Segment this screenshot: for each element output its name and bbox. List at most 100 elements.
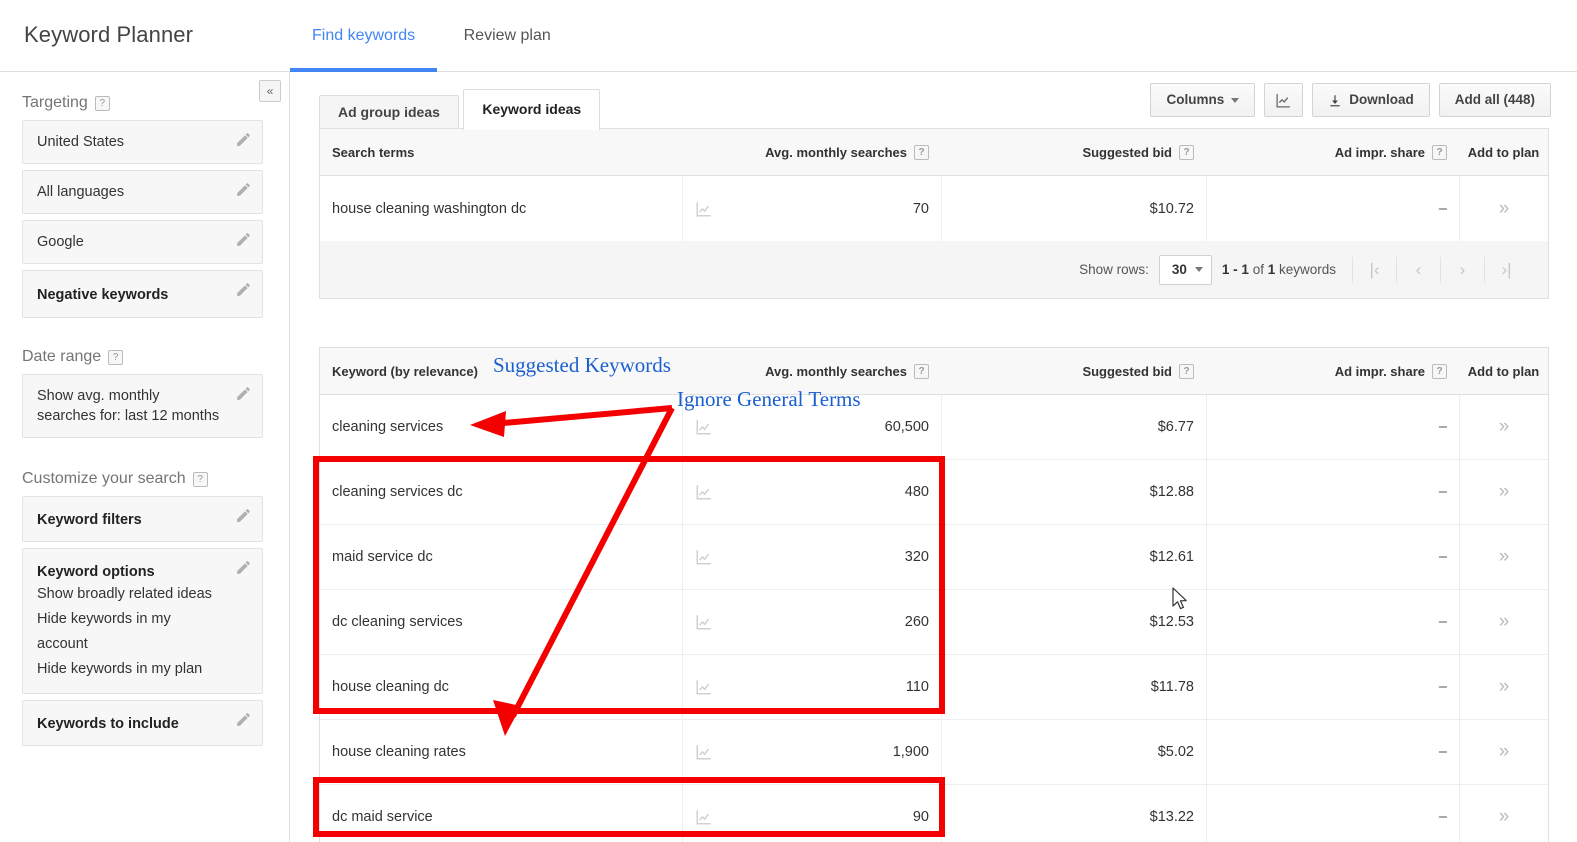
nav-tab-review-plan[interactable]: Review plan: [442, 0, 573, 72]
column-header-avg-searches[interactable]: Avg. monthly searches ?: [682, 144, 941, 160]
sidebar-item-keyword-options[interactable]: Keyword options Show broadly related ide…: [22, 548, 263, 694]
add-to-plan-button[interactable]: »: [1459, 590, 1548, 654]
sidebar-item-label: Negative keywords: [37, 287, 169, 303]
add-to-plan-button[interactable]: »: [1459, 785, 1548, 842]
add-all-button[interactable]: Add all (448): [1438, 83, 1551, 117]
line-chart-icon: [1276, 93, 1291, 108]
first-page-button[interactable]: |‹: [1352, 256, 1396, 283]
trend-chart-icon[interactable]: [695, 483, 713, 501]
column-header-avg-searches[interactable]: Avg. monthly searches ?: [682, 363, 941, 379]
help-icon-suggested-bid[interactable]: ?: [1179, 363, 1194, 379]
sidebar-item-date-range[interactable]: Show avg. monthly searches for: last 12 …: [22, 374, 263, 438]
trend-chart-icon[interactable]: [695, 548, 713, 566]
cell-ad-impr-share: –: [1206, 460, 1459, 524]
trend-chart-icon[interactable]: [695, 678, 713, 696]
column-header-label: Ad impr. share: [1334, 363, 1425, 379]
sidebar-item-label: United States: [37, 134, 125, 150]
table-row[interactable]: cleaning services dc 480 $12.88–»: [320, 460, 1548, 525]
column-header-search-terms[interactable]: Search terms: [320, 145, 682, 160]
download-button[interactable]: Download: [1312, 83, 1430, 117]
table-row[interactable]: dc maid service 90 $13.22–»: [320, 785, 1548, 842]
show-rows-label: Show rows:: [1079, 262, 1149, 277]
search-terms-header-row: Search terms Avg. monthly searches ? Sug…: [320, 129, 1548, 176]
sidebar-section-title: Targeting: [22, 94, 88, 111]
cell-suggested-bid: $10.72: [941, 176, 1206, 241]
cell-value: 110: [905, 679, 929, 695]
cell-value: 1,900: [892, 744, 929, 760]
column-header-suggested-bid[interactable]: Suggested bid ?: [941, 144, 1206, 160]
add-to-plan-button[interactable]: »: [1459, 460, 1548, 524]
cell-avg-searches: 320: [682, 525, 941, 589]
main-nav-tabs: Find keywords Review plan: [290, 0, 573, 72]
add-to-plan-button[interactable]: »: [1459, 395, 1548, 459]
edit-pencil-icon[interactable]: [235, 711, 252, 728]
nav-tab-find-keywords[interactable]: Find keywords: [290, 0, 438, 72]
sidebar-item-label: Keywords to include: [37, 716, 179, 732]
tab-ad-group-ideas[interactable]: Ad group ideas: [319, 95, 459, 130]
table-row[interactable]: dc cleaning services 260 $12.53–»: [320, 590, 1548, 655]
cell-value: 320: [904, 549, 929, 565]
table-row[interactable]: house cleaning rates 1,900 $5.02–»: [320, 720, 1548, 785]
add-to-plan-button[interactable]: »: [1459, 525, 1548, 589]
help-icon-suggested-bid[interactable]: ?: [1179, 144, 1194, 160]
help-icon-date-range[interactable]: ?: [108, 349, 124, 365]
help-icon-avg-searches[interactable]: ?: [914, 144, 929, 160]
edit-pencil-icon[interactable]: [235, 507, 252, 524]
help-icon-customize[interactable]: ?: [192, 471, 208, 487]
edit-pencil-icon[interactable]: [235, 281, 252, 298]
edit-pencil-icon[interactable]: [235, 385, 252, 402]
trend-chart-icon[interactable]: [695, 743, 713, 761]
cell-suggested-bid: $13.22: [941, 785, 1206, 842]
column-header-ad-impr-share[interactable]: Ad impr. share ?: [1206, 144, 1459, 160]
cell-avg-searches: 90: [682, 785, 941, 842]
table-row[interactable]: maid service dc 320 $12.61–»: [320, 525, 1548, 590]
sidebar-item-negative-keywords[interactable]: Negative keywords: [22, 270, 263, 318]
trend-chart-icon[interactable]: [695, 808, 713, 826]
keyword-option-hide-account: Hide keywords in my account: [37, 611, 171, 652]
help-icon-targeting[interactable]: ?: [94, 95, 110, 111]
add-to-plan-button[interactable]: »: [1459, 655, 1548, 719]
sidebar-item-location[interactable]: United States: [22, 120, 263, 164]
trend-chart-icon[interactable]: [695, 200, 713, 218]
tab-keyword-ideas[interactable]: Keyword ideas: [463, 89, 601, 130]
column-header-suggested-bid[interactable]: Suggested bid ?: [941, 363, 1206, 379]
trend-chart-icon[interactable]: [695, 613, 713, 631]
rows-per-page-select[interactable]: 30: [1158, 254, 1212, 285]
sidebar-item-language[interactable]: All languages: [22, 170, 263, 214]
cell-avg-searches: 70: [682, 176, 941, 241]
edit-pencil-icon[interactable]: [235, 559, 252, 576]
sidebar-item-network[interactable]: Google: [22, 220, 263, 264]
cell-avg-searches: 1,900: [682, 720, 941, 784]
sidebar-item-label: Google: [37, 234, 84, 250]
table-row[interactable]: house cleaning dc 110 $11.78–»: [320, 655, 1548, 720]
add-to-plan-button[interactable]: »: [1459, 176, 1548, 241]
edit-pencil-icon[interactable]: [235, 231, 252, 248]
columns-button-label: Columns: [1166, 92, 1225, 107]
sidebar-item-keywords-to-include[interactable]: Keywords to include: [22, 700, 263, 746]
sidebar-item-keyword-filters[interactable]: Keyword filters: [22, 496, 263, 542]
keyword-ideas-rows: cleaning services 60,500 $6.77–» cleaning s…: [320, 395, 1548, 842]
sidebar-section-targeting-label: Targeting ?: [22, 94, 289, 112]
column-header-ad-impr-share[interactable]: Ad impr. share ?: [1206, 363, 1459, 379]
graph-view-button[interactable]: [1264, 83, 1304, 117]
table-row[interactable]: house cleaning washington dc 70 $10.72 –…: [320, 176, 1548, 241]
trend-chart-icon[interactable]: [695, 418, 713, 436]
column-header-keyword-relevance[interactable]: Keyword (by relevance): [320, 364, 682, 379]
help-icon-avg-searches[interactable]: ?: [914, 363, 929, 379]
next-page-button[interactable]: ›: [1440, 256, 1484, 283]
cell-ad-impr-share: –: [1206, 785, 1459, 842]
table-row[interactable]: cleaning services 60,500 $6.77–»: [320, 395, 1548, 460]
help-icon-ad-impr-share[interactable]: ?: [1432, 144, 1447, 160]
edit-pencil-icon[interactable]: [235, 131, 252, 148]
sidebar-collapse-icon[interactable]: «: [259, 80, 281, 102]
prev-page-button[interactable]: ‹: [1396, 256, 1440, 283]
sidebar-item-label: All languages: [37, 184, 125, 200]
add-to-plan-button[interactable]: »: [1459, 720, 1548, 784]
keyword-option-broadly-related: Show broadly related ideas: [37, 586, 212, 602]
search-terms-card: Search terms Avg. monthly searches ? Sug…: [319, 128, 1549, 299]
help-icon-ad-impr-share[interactable]: ?: [1432, 363, 1447, 379]
last-page-button[interactable]: ›|: [1484, 256, 1528, 283]
edit-pencil-icon[interactable]: [235, 181, 252, 198]
pagination-unit: keywords: [1275, 262, 1336, 277]
columns-button[interactable]: Columns: [1150, 83, 1256, 117]
